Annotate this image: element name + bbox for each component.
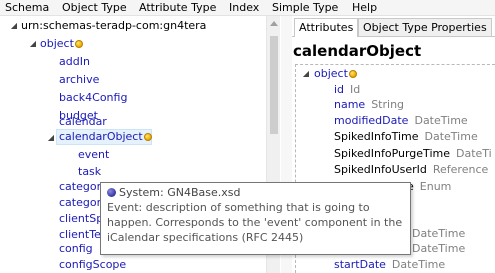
tooltip-description: Event: description of something that is … (107, 201, 403, 244)
attribute-row-spikedinfopurgetime[interactable]: SpikedInfoPurgeTime DateTi (334, 145, 492, 162)
attribute-row-enum[interactable]: eEnum (407, 178, 451, 195)
tree-item-label: object (40, 37, 74, 50)
tree-item-calendarobject[interactable]: calendarObject (59, 128, 152, 146)
attribute-name: SpikedInfoPurgeTime (334, 147, 450, 160)
detail-object-label: object (314, 67, 348, 80)
attribute-type: DateTime (412, 242, 466, 255)
attribute-type: String (371, 98, 405, 111)
attribute-type: DateTime (412, 227, 466, 240)
tree-item-label: archive (59, 73, 100, 86)
tab-object-type-properties[interactable]: Object Type Properties (358, 18, 492, 37)
scroll-up-arrow-icon[interactable] (270, 21, 278, 26)
attribute-name: SpikedInfoUserId (334, 163, 427, 176)
attribute-name: name (334, 98, 366, 111)
scrollbar-thumb[interactable] (270, 36, 278, 134)
menu-object-type[interactable]: Object Type (62, 1, 127, 15)
tree-item-event[interactable]: event (78, 146, 109, 164)
collapse-arrow-icon[interactable]: ◢ (301, 65, 311, 83)
attribute-type: Reference (432, 163, 489, 176)
collapse-arrow-icon[interactable]: ◢ (28, 35, 38, 53)
menu-help[interactable]: Help (352, 1, 377, 15)
tree-item-label: calendarObject (59, 130, 143, 143)
tooltip-title: System: GN4Base.xsd (107, 185, 404, 200)
object-type-icon (74, 40, 83, 48)
tree-item-label: config (59, 242, 93, 255)
menu-simple-type[interactable]: Simple Type (272, 1, 338, 15)
tree-item-label: configScope (59, 258, 127, 271)
attribute-name: modifiedDate (334, 114, 409, 127)
tree-item-label: categor (59, 180, 102, 193)
tree-item-addin[interactable]: addIn (59, 53, 90, 71)
object-type-icon (143, 133, 152, 141)
menu-schema[interactable]: Schema (5, 1, 49, 15)
attribute-row-spikedinfotime[interactable]: SpikedInfoTime DateTime (334, 128, 478, 145)
tree-item-object[interactable]: object (40, 35, 83, 53)
tooltip: System: GN4Base.xsd Event: description o… (100, 182, 411, 255)
attribute-row-modifieddate[interactable]: modifiedDate DateTime (334, 112, 468, 129)
menu-attribute-type[interactable]: Attribute Type (139, 1, 216, 15)
tree-item-label: calendar (59, 115, 107, 128)
tree-item-configscope[interactable]: configScope (59, 256, 126, 273)
attribute-row-name[interactable]: name String (334, 96, 404, 113)
tree-item-label: categor (59, 196, 102, 209)
attribute-type: Id (350, 83, 361, 96)
tree-item-label: clientSp (59, 212, 104, 225)
attribute-type: DateTime (424, 130, 478, 143)
attribute-type: Enum (419, 180, 452, 193)
tree-item-root[interactable]: urn:schemas-teradp-com:gn4tera (21, 17, 206, 35)
tree-item-label: event (78, 148, 110, 161)
tree-item-back4config[interactable]: back4Config (59, 89, 127, 107)
attribute-type: DateTime (391, 258, 446, 271)
attribute-type: DateTime (414, 114, 468, 127)
tree-item-archive[interactable]: archive (59, 71, 99, 89)
menu-bar: Schema Object Type Attribute Type Index … (0, 0, 495, 16)
collapse-arrow-icon[interactable]: ◢ (46, 129, 56, 147)
system-icon (107, 188, 116, 197)
tree-item-label: urn:schemas-teradp-com:gn4tera (21, 19, 207, 32)
tree-item-label: task (78, 165, 102, 178)
attribute-row-partial-2[interactable]: DateTime (412, 240, 465, 257)
attribute-name: id (334, 83, 345, 96)
attribute-type: DateTi (455, 147, 492, 160)
tab-attributes[interactable]: Attributes (294, 18, 359, 37)
attribute-row-spikedinfouserid[interactable]: SpikedInfoUserId Reference (334, 161, 488, 178)
collapse-arrow-icon[interactable]: ◢ (9, 17, 19, 35)
attribute-row-startdate[interactable]: startDate DateTime (334, 256, 445, 273)
detail-heading: calendarObject (293, 42, 422, 60)
tree-item-label: addIn (59, 55, 90, 68)
object-type-icon (348, 70, 357, 78)
detail-object-node[interactable]: object (314, 65, 357, 82)
menu-index[interactable]: Index (229, 1, 259, 15)
attribute-name: SpikedInfoTime (334, 130, 419, 143)
tooltip-title-text: System: GN4Base.xsd (119, 186, 241, 199)
tree-item-label: back4Config (59, 91, 128, 104)
attribute-name: startDate (334, 258, 386, 271)
